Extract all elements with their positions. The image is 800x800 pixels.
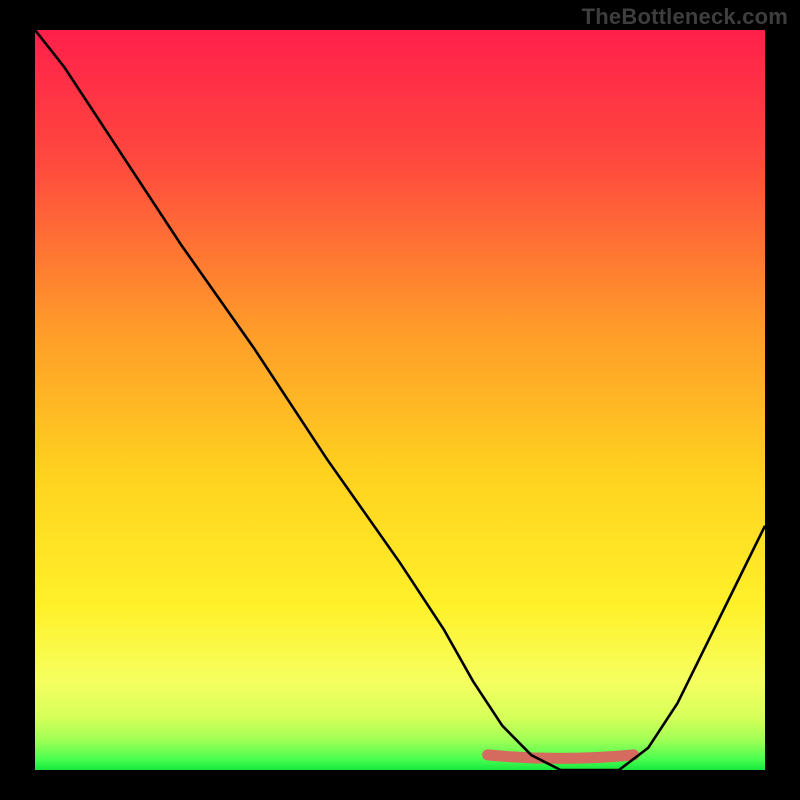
chart-container: TheBottleneck.com	[0, 0, 800, 800]
watermark-label: TheBottleneck.com	[582, 4, 788, 30]
gradient-background	[35, 30, 765, 770]
plot-area	[35, 30, 765, 770]
bottleneck-chart	[35, 30, 765, 770]
trough-highlight	[488, 755, 634, 759]
